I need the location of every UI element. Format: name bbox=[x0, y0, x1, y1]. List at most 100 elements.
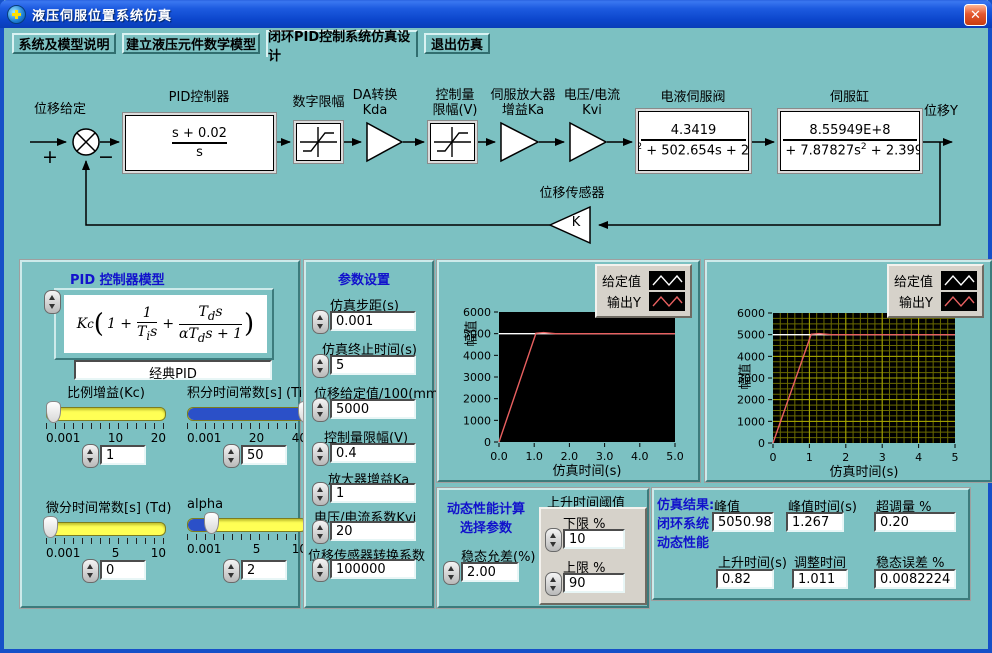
tab-build-model[interactable]: 建立液压元件数学模型 bbox=[122, 33, 260, 54]
param-amp-gain[interactable]: 1 bbox=[330, 483, 416, 503]
sensor-gain-label: K bbox=[566, 215, 586, 230]
title-bar: 液压伺服位置系统仿真 ✕ bbox=[0, 0, 992, 28]
svg-text:4000: 4000 bbox=[737, 350, 765, 363]
tab-pid-simulation[interactable]: 闭环PID控制系统仿真设计 bbox=[266, 30, 418, 57]
ctrl-limit-block[interactable] bbox=[430, 123, 475, 161]
param-kvi[interactable]: 20 bbox=[330, 521, 416, 541]
param-sim-step[interactable]: 0.001 bbox=[330, 311, 416, 331]
param-spinner[interactable] bbox=[312, 482, 329, 506]
ti-slider[interactable] bbox=[187, 407, 307, 421]
ti-spinner[interactable] bbox=[223, 444, 240, 468]
svg-text:2000: 2000 bbox=[737, 394, 765, 407]
legend-item[interactable]: 给定值 bbox=[894, 271, 977, 290]
param-ctrl-limit[interactable]: 0.4 bbox=[330, 443, 416, 463]
valve-numerator: 4.3419 bbox=[671, 123, 717, 138]
alpha-slider[interactable] bbox=[187, 518, 307, 532]
tick-marks bbox=[46, 423, 166, 429]
td-spinner[interactable] bbox=[82, 559, 99, 583]
tab-exit[interactable]: 退出仿真 bbox=[424, 33, 490, 54]
saturation-icon bbox=[431, 124, 474, 160]
legend-item[interactable]: 输出Y bbox=[602, 292, 685, 311]
kc-slider-thumb[interactable] bbox=[46, 401, 61, 423]
tolerance-value[interactable]: 2.00 bbox=[461, 562, 519, 582]
params-panel-title: 参数设置 bbox=[338, 269, 390, 288]
legend-item-label: 输出Y bbox=[607, 292, 641, 311]
svg-text:0: 0 bbox=[484, 436, 491, 449]
svg-text:5000: 5000 bbox=[737, 329, 765, 342]
servo-valve-block[interactable]: 4.3419 s2 + 502.654s + 25 bbox=[638, 111, 749, 171]
slider-group-td: 微分时间常数[s] (Td) 0.001510 0 bbox=[46, 497, 166, 560]
tick-labels: 0.001510 bbox=[187, 542, 307, 556]
chart-legend: 给定值输出Y bbox=[595, 264, 692, 318]
close-button[interactable]: ✕ bbox=[964, 4, 987, 26]
ctrl-limit-line1: 控制量 bbox=[424, 88, 486, 103]
kc-slider[interactable] bbox=[46, 407, 166, 421]
chart-legend: 给定值输出Y bbox=[887, 264, 984, 318]
valve-denominator: s2 + 502.654s + 25 bbox=[638, 142, 749, 158]
upper-limit-value[interactable]: 90 bbox=[563, 573, 625, 593]
legend-swatch-icon bbox=[941, 292, 977, 311]
param-spinner[interactable] bbox=[312, 354, 329, 378]
alpha-slider-thumb[interactable] bbox=[204, 512, 219, 534]
svg-text:6000: 6000 bbox=[463, 306, 491, 319]
param-spinner[interactable] bbox=[312, 520, 329, 544]
svg-text:3000: 3000 bbox=[463, 371, 491, 384]
kc-spinner[interactable] bbox=[82, 444, 99, 468]
app-window: 液压伺服位置系统仿真 ✕ 系统及模型说明 建立液压元件数学模型 闭环PID控制系… bbox=[0, 0, 992, 653]
td-slider-thumb[interactable] bbox=[43, 516, 58, 538]
digital-limit-label: 数字限幅 bbox=[281, 95, 356, 110]
servo-amp-label: 伺服放大器增益Ka bbox=[484, 88, 562, 118]
tolerance-spinner[interactable] bbox=[443, 561, 460, 585]
pid-numerator: s + 0.02 bbox=[172, 126, 227, 141]
slider-label: 比例增益(Kc) bbox=[46, 382, 166, 401]
legend-item-label: 给定值 bbox=[602, 271, 641, 290]
lower-limit-spinner[interactable] bbox=[545, 528, 562, 552]
peak-value: 5050.98 bbox=[712, 512, 774, 532]
pid-block[interactable]: s + 0.02 s bbox=[125, 115, 274, 171]
param-sim-end[interactable]: 5 bbox=[330, 355, 416, 375]
pid-type-value[interactable]: 经典PID bbox=[74, 360, 272, 380]
kc-value[interactable]: 1 bbox=[100, 445, 146, 465]
sensor-label: 位移传感器 bbox=[532, 186, 612, 201]
digital-limit-block[interactable] bbox=[296, 123, 341, 161]
alpha-spinner[interactable] bbox=[223, 559, 240, 583]
app-icon bbox=[7, 5, 26, 24]
lower-limit-value[interactable]: 10 bbox=[563, 529, 625, 549]
legend-item-label: 输出Y bbox=[899, 292, 933, 311]
window-title: 液压伺服位置系统仿真 bbox=[32, 5, 172, 24]
svg-text:1000: 1000 bbox=[463, 414, 491, 427]
upper-limit-spinner[interactable] bbox=[545, 572, 562, 596]
legend-swatch-icon bbox=[649, 271, 685, 290]
y-axis-label: 幅值 bbox=[461, 320, 480, 346]
td-slider[interactable] bbox=[46, 522, 166, 536]
legend-item[interactable]: 输出Y bbox=[894, 292, 977, 311]
saturation-icon bbox=[297, 124, 340, 160]
svg-text:4000: 4000 bbox=[463, 349, 491, 362]
slider-group-alpha: alpha 0.001510 2 bbox=[187, 497, 307, 556]
pid-type-spinner[interactable] bbox=[44, 290, 61, 314]
tab-system-description[interactable]: 系统及模型说明 bbox=[12, 33, 116, 54]
servo-valve-title: 电液伺服阀 bbox=[638, 90, 748, 105]
servo-cylinder-block[interactable]: 8.55949E+8 s3 + 7.87827s2 + 2.3993 bbox=[780, 111, 920, 171]
legend-item[interactable]: 给定值 bbox=[602, 271, 685, 290]
tick-marks bbox=[187, 534, 307, 540]
alpha-value[interactable]: 2 bbox=[241, 560, 287, 580]
tick-labels: 0.0012040 bbox=[187, 431, 307, 445]
param-spinner[interactable] bbox=[312, 310, 329, 334]
volt-current-label: 电压/电流Kvi bbox=[556, 88, 628, 118]
pid-denominator: s bbox=[196, 145, 203, 160]
legend-item-label: 给定值 bbox=[894, 271, 933, 290]
td-value[interactable]: 0 bbox=[100, 560, 146, 580]
param-setpoint[interactable]: 5000 bbox=[330, 399, 416, 419]
svg-text:6000: 6000 bbox=[737, 307, 765, 320]
output-signal-label: 位移Y bbox=[924, 104, 984, 119]
slider-group-ti: 积分时间常数[s] (Ti) 0.0012040 50 bbox=[187, 382, 307, 445]
tab-strip: 系统及模型说明 建立液压元件数学模型 闭环PID控制系统仿真设计 退出仿真 bbox=[4, 28, 988, 56]
param-spinner[interactable] bbox=[312, 442, 329, 466]
ti-value[interactable]: 50 bbox=[241, 445, 287, 465]
param-sensor-coef[interactable]: 100000 bbox=[330, 559, 416, 579]
param-spinner[interactable] bbox=[312, 558, 329, 582]
dynamics-panel: 动态性能计算 选择参数 稳态允差(%) 2.00 上升时间阈值 下限 % 10 … bbox=[437, 488, 649, 608]
volt-current-line2: Kvi bbox=[556, 103, 628, 118]
param-spinner[interactable] bbox=[312, 398, 329, 422]
